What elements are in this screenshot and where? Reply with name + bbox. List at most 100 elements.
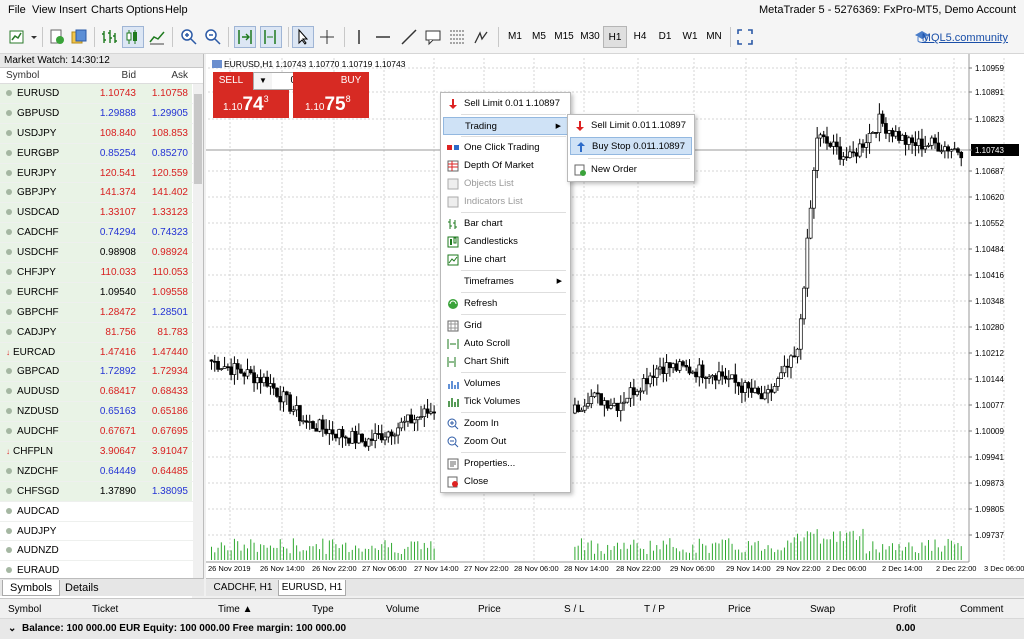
column-header[interactable]: Price	[728, 604, 751, 615]
column-header[interactable]: Swap	[810, 604, 835, 615]
mql5-community-link[interactable]: MQL5.community	[922, 32, 1008, 44]
collapse-icon[interactable]: ⌄	[8, 623, 16, 634]
menu-item-close[interactable]: Close	[443, 473, 568, 491]
market-watch-row[interactable]: CADJPY 81.756 81.783	[0, 322, 203, 343]
market-watch-row[interactable]: USDCHF 0.98908 0.98924	[0, 243, 203, 264]
market-watch-icon[interactable]	[68, 26, 90, 48]
market-watch-row[interactable]: CHFJPY 110.033 110.053	[0, 263, 203, 283]
market-watch-scrollbar[interactable]	[193, 84, 203, 578]
market-watch-row[interactable]: EURGBP 0.85254 0.85270	[0, 143, 203, 164]
timeframe-m5[interactable]: M5	[527, 26, 551, 48]
line-chart-icon[interactable]	[146, 26, 168, 48]
volume-decrease-button[interactable]: ▼	[256, 73, 270, 89]
chart-shift-icon[interactable]	[260, 26, 282, 48]
market-watch-row[interactable]: GBPUSD 1.29888 1.29905	[0, 103, 203, 124]
column-header[interactable]: Price	[478, 604, 501, 615]
market-watch-row[interactable]: EURCHF 1.09540 1.09558	[0, 282, 203, 303]
menu-options[interactable]: Options	[126, 4, 164, 16]
submenu-item-buy-stop-0-01[interactable]: Buy Stop 0.01 1.10897	[570, 137, 692, 155]
market-watch-row[interactable]: AUDCHF 0.67671 0.67695	[0, 422, 203, 443]
column-header[interactable]: Time ▲	[218, 604, 253, 615]
menu-item-zoom-out[interactable]: Zoom Out	[443, 433, 568, 451]
column-header[interactable]: Profit	[893, 604, 916, 615]
column-header[interactable]: Ticket	[92, 604, 118, 615]
market-watch-row[interactable]: CADCHF 0.74294 0.74323	[0, 223, 203, 244]
buy-button[interactable]: BUY 1.10758	[293, 72, 369, 118]
market-watch-row[interactable]: EURJPY 120.541 120.559	[0, 163, 203, 184]
column-header[interactable]: T / P	[644, 604, 665, 615]
timeframe-w1[interactable]: W1	[678, 26, 702, 48]
menu-item-bar-chart[interactable]: Bar chart	[443, 215, 568, 233]
menu-item-tick-volumes[interactable]: Tick Volumes	[443, 393, 568, 411]
timeframe-mn[interactable]: MN	[702, 26, 726, 48]
menu-insert[interactable]: Insert	[59, 4, 87, 16]
bid-column-header[interactable]: Bid	[80, 68, 136, 83]
menu-item-sell-limit-0-01[interactable]: Sell Limit 0.01 1.10897	[443, 95, 568, 113]
menu-file[interactable]: File	[8, 4, 26, 16]
menu-item-depth-of-market[interactable]: Depth Of Market	[443, 157, 568, 175]
market-watch-row[interactable]: ↓ CHFPLN 3.90647 3.91047	[0, 442, 203, 462]
ask-column-header[interactable]: Ask	[136, 68, 192, 83]
market-watch-row[interactable]: GBPCAD 1.72892 1.72934	[0, 362, 203, 383]
zoom-in-icon[interactable]	[178, 26, 200, 48]
submenu-item-sell-limit-0-01[interactable]: Sell Limit 0.01 1.10897	[570, 117, 692, 135]
market-watch-row[interactable]: USDJPY 108.840 108.853	[0, 123, 203, 144]
profiles-icon[interactable]	[46, 26, 68, 48]
timeframe-h1[interactable]: H1	[603, 26, 627, 48]
scrollbar-thumb[interactable]	[194, 94, 202, 184]
menu-item-one-click-trading[interactable]: One Click Trading	[443, 139, 568, 157]
timeframe-h4[interactable]: H4	[628, 26, 652, 48]
timeframe-m30[interactable]: M30	[578, 26, 602, 48]
column-header[interactable]: Volume	[386, 604, 419, 615]
menu-item-auto-scroll[interactable]: Auto Scroll	[443, 335, 568, 353]
fullscreen-icon[interactable]	[734, 26, 756, 48]
tab-symbols[interactable]: Symbols	[2, 580, 61, 596]
menu-item-line-chart[interactable]: Line chart	[443, 251, 568, 269]
shapes-icon[interactable]	[470, 26, 492, 48]
market-watch-row[interactable]: CHFSGD 1.37890 1.38095	[0, 481, 203, 502]
market-watch-row[interactable]: GBPJPY 141.374 141.402	[0, 183, 203, 204]
market-watch-row[interactable]: AUDNZD	[0, 541, 203, 562]
chart-tab-cadchf[interactable]: CADCHF, H1	[212, 580, 274, 596]
column-header[interactable]: S / L	[564, 604, 585, 615]
candlesticks-icon[interactable]	[122, 26, 144, 48]
market-watch-row[interactable]: AUDCAD	[0, 501, 203, 522]
trendline-icon[interactable]	[398, 26, 420, 48]
crosshair-icon[interactable]	[316, 26, 338, 48]
market-watch-row[interactable]: NZDUSD 0.65163 0.65186	[0, 402, 203, 423]
dropdown-arrow-icon[interactable]	[28, 26, 40, 48]
market-watch-row[interactable]: AUDUSD 0.68417 0.68433	[0, 382, 203, 403]
menu-item-timeframes[interactable]: Timeframes ▶	[443, 273, 568, 291]
timeframe-d1[interactable]: D1	[653, 26, 677, 48]
menu-charts[interactable]: Charts	[91, 4, 123, 16]
timeframe-m1[interactable]: M1	[503, 26, 527, 48]
menu-help[interactable]: Help	[165, 4, 188, 16]
menu-view[interactable]: View	[32, 4, 56, 16]
auto-scroll-icon[interactable]	[234, 26, 256, 48]
market-watch-row[interactable]: USDCAD 1.33107 1.33123	[0, 203, 203, 224]
market-watch-row[interactable]: AUDJPY	[0, 521, 203, 542]
menu-item-zoom-in[interactable]: Zoom In	[443, 415, 568, 433]
menu-item-properties[interactable]: Properties...	[443, 455, 568, 473]
market-watch-row[interactable]: EURUSD 1.10743 1.10758	[0, 84, 203, 104]
submenu-item-new-order[interactable]: New Order	[570, 161, 692, 179]
cursor-icon[interactable]	[292, 26, 314, 48]
vertical-line-icon[interactable]	[348, 26, 370, 48]
chart-tab-eurusd[interactable]: EURUSD, H1	[278, 580, 346, 596]
horizontal-line-icon[interactable]	[372, 26, 394, 48]
timeframe-m15[interactable]: M15	[552, 26, 576, 48]
tab-details[interactable]: Details	[58, 580, 106, 596]
menu-item-candlesticks[interactable]: Candlesticks	[443, 233, 568, 251]
menu-item-volumes[interactable]: Volumes	[443, 375, 568, 393]
new-chart-icon[interactable]	[6, 26, 28, 48]
bar-chart-icon[interactable]	[98, 26, 120, 48]
text-label-icon[interactable]	[422, 26, 444, 48]
menu-item-trading[interactable]: Trading ▶	[443, 117, 568, 135]
market-watch-row[interactable]: ↓ EURCAD 1.47416 1.47440	[0, 342, 203, 363]
market-watch-row[interactable]: NZDCHF 0.64449 0.64485	[0, 461, 203, 482]
column-header[interactable]: Symbol	[8, 604, 41, 615]
fibonacci-icon[interactable]	[446, 26, 468, 48]
column-header[interactable]: Comment	[960, 604, 1003, 615]
menu-item-refresh[interactable]: Refresh	[443, 295, 568, 313]
zoom-out-icon[interactable]	[202, 26, 224, 48]
